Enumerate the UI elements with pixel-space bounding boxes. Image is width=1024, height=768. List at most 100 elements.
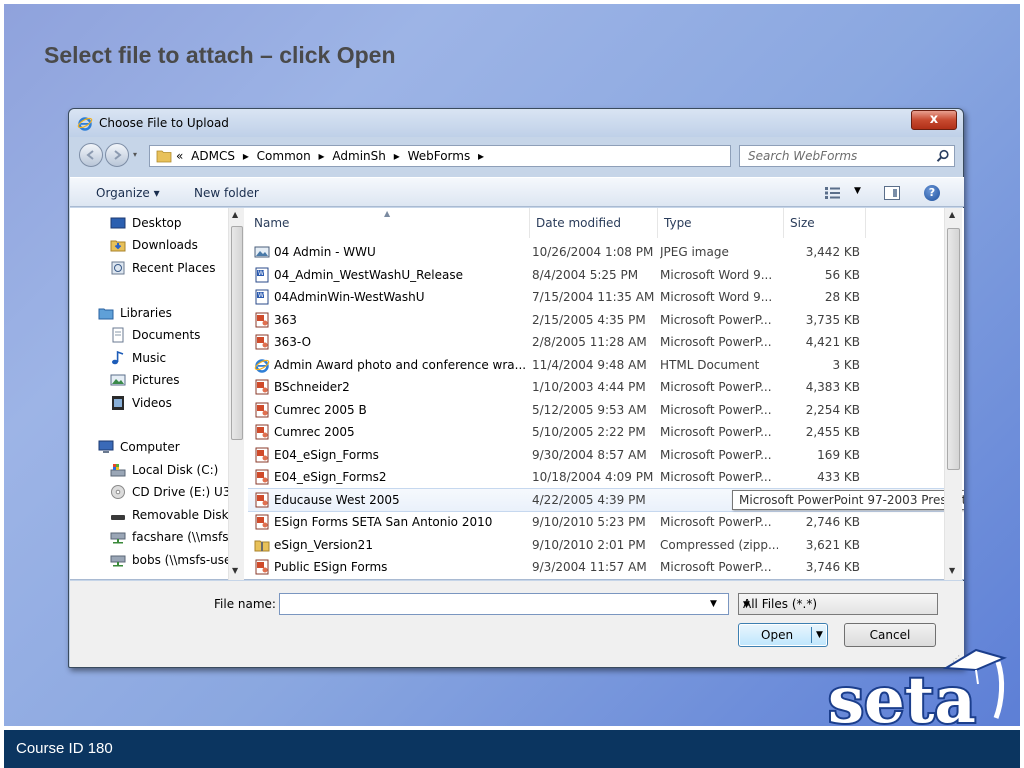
- file-name-cell: E04_eSign_Forms: [274, 447, 379, 462]
- cd-drive-icon: [111, 485, 125, 499]
- file-name-input[interactable]: [279, 593, 729, 615]
- file-name-cell: Cumrec 2005: [274, 425, 355, 439]
- network-drive-icon: [110, 555, 126, 567]
- ppt-file-icon: [254, 312, 270, 328]
- file-row[interactable]: 04 Admin - WWU 10/26/2004 1:08 PM JPEG ima…: [248, 241, 948, 263]
- address-bar[interactable]: « ADMCS ▸ Common ▸ AdminSh ▸ WebForms ▸ …: [149, 145, 793, 167]
- file-type-filter[interactable]: All Files (*.*) ▼: [738, 593, 938, 615]
- file-row[interactable]: Cumrec 2005 5/10/2005 2:22 PM Microsoft Po…: [248, 421, 948, 443]
- file-name-cell: 363: [274, 312, 297, 327]
- file-list-scroll-thumb[interactable]: [947, 228, 960, 470]
- slide-footer: Course ID 180: [4, 730, 1020, 768]
- forward-arrow-icon: [114, 150, 122, 160]
- address-row: ▾ « ADMCS ▸ Common ▸ AdminSh ▸ WebForms …: [77, 141, 955, 171]
- file-size-cell: 3,442 KB: [805, 245, 860, 259]
- navigation-scroll-thumb[interactable]: [231, 226, 243, 440]
- date-modified-cell: 9/3/2004 11:57 AM: [532, 560, 647, 574]
- breadcrumb-separator[interactable]: ▸: [394, 149, 400, 163]
- date-modified-cell: 11/4/2004 9:48 AM: [532, 357, 647, 372]
- breadcrumb-overflow[interactable]: «: [176, 149, 183, 163]
- change-view-icon[interactable]: [824, 186, 842, 200]
- file-row[interactable]: ESign Forms SETA San Antonio 2010 9/10/20…: [248, 511, 948, 533]
- ppt-file-icon: [254, 379, 270, 395]
- file-row[interactable]: Cumrec 2005 B 5/12/2005 9:53 AM Microsoft …: [248, 399, 948, 421]
- view-dropdown-icon[interactable]: ▼: [854, 186, 861, 196]
- scroll-up-icon[interactable]: ▲: [949, 210, 955, 219]
- file-size-cell: 28 KB: [824, 290, 860, 304]
- file-name-cell: eSign_Version21: [274, 537, 373, 552]
- ppt-file-icon: [254, 447, 270, 463]
- open-dropdown-icon[interactable]: ▼: [816, 630, 823, 640]
- help-icon[interactable]: ?: [924, 185, 940, 201]
- file-size-cell: 4,421 KB: [805, 335, 860, 349]
- file-row[interactable]: 363-O 2/8/2005 11:28 AM Microsoft PowerP..…: [248, 331, 948, 353]
- music-icon: [112, 350, 124, 365]
- date-modified-cell: 2/15/2005 4:35 PM: [532, 312, 646, 327]
- search-input[interactable]: [748, 148, 928, 164]
- file-name-cell: BSchneider2: [274, 380, 350, 394]
- column-header-size[interactable]: Size: [784, 208, 866, 238]
- preview-pane-icon[interactable]: [884, 186, 900, 200]
- file-size-cell: 2,455 KB: [805, 425, 860, 439]
- browser-content: Desktop Downloads Recent Places Librarie…: [70, 208, 964, 580]
- breadcrumb-admcs[interactable]: ADMCS: [191, 149, 235, 163]
- file-row[interactable]: W 04AdminWin-WestWashU 7/15/2004 11:35 AM M…: [248, 286, 948, 308]
- breadcrumb-common[interactable]: Common: [257, 149, 311, 163]
- videos-icon: [112, 396, 124, 410]
- breadcrumb-webforms[interactable]: WebForms: [408, 149, 471, 163]
- scroll-down-icon[interactable]: ▼: [232, 566, 238, 575]
- course-id: Course ID 180: [16, 740, 113, 757]
- file-name-cell: Admin Award photo and conference wra...: [274, 357, 526, 372]
- internet-explorer-icon: [77, 117, 93, 131]
- file-size-cell: 3,746 KB: [805, 560, 860, 574]
- word-file-icon: W: [254, 267, 270, 283]
- date-modified-cell: 1/10/2003 4:44 PM: [532, 380, 646, 394]
- file-row[interactable]: eSign_Version21 9/10/2010 2:01 PM Compress…: [248, 534, 948, 556]
- column-header-date[interactable]: Date modified: [530, 208, 658, 238]
- forward-button[interactable]: [105, 143, 129, 167]
- jpeg-file-icon: [254, 244, 270, 260]
- file-row[interactable]: Public ESign Forms 9/3/2004 11:57 AM Micro…: [248, 556, 948, 578]
- dialog-title: Choose File to Upload: [99, 116, 229, 130]
- file-row[interactable]: W 04_Admin_WestWashU_Release 8/4/2004 5:25…: [248, 264, 948, 286]
- file-size-cell: 3 KB: [832, 357, 860, 372]
- file-type-cell: Microsoft PowerP...: [660, 402, 772, 417]
- documents-icon: [112, 327, 124, 343]
- file-row[interactable]: E04_eSign_Forms2 10/18/2004 4:09 PM Micros…: [248, 466, 948, 488]
- file-size-cell: 3,621 KB: [805, 537, 860, 552]
- column-header-name[interactable]: Name ▲: [248, 208, 530, 238]
- breadcrumb-separator[interactable]: ▸: [319, 149, 325, 163]
- breadcrumb-separator[interactable]: ▸: [243, 149, 249, 163]
- new-folder-button[interactable]: New folder: [194, 186, 259, 200]
- file-type-cell: Microsoft PowerP...: [660, 515, 772, 529]
- file-name-dropdown-icon[interactable]: ▼: [710, 599, 717, 609]
- file-row[interactable]: Admin Award photo and conference wra... 1…: [248, 354, 948, 376]
- navigation-pane: Desktop Downloads Recent Places Librarie…: [70, 208, 244, 580]
- file-type-cell: Microsoft Word 9...: [660, 267, 773, 282]
- history-dropdown-icon[interactable]: ▾: [133, 150, 137, 159]
- navigation-scrollbar[interactable]: ▲ ▼: [228, 208, 244, 580]
- breadcrumb-adminsh[interactable]: AdminSh: [332, 149, 385, 163]
- back-arrow-icon: [86, 150, 94, 160]
- ppt-file-icon: [254, 334, 270, 350]
- file-row[interactable]: E04_eSign_Forms 9/30/2004 8:57 AM Microsof…: [248, 444, 948, 466]
- close-button[interactable]: x: [911, 110, 957, 130]
- file-list-scrollbar[interactable]: ▲ ▼: [944, 208, 962, 580]
- open-button[interactable]: Open ▼: [738, 623, 828, 647]
- seta-logo: seta: [826, 648, 1007, 730]
- breadcrumb-separator[interactable]: ▸: [478, 149, 484, 163]
- column-header-type[interactable]: Type: [658, 208, 784, 238]
- file-type-cell: Microsoft PowerP...: [660, 470, 772, 484]
- file-type-cell: Microsoft PowerP...: [660, 380, 772, 394]
- file-row[interactable]: BSchneider2 1/10/2003 4:44 PM Microsoft Po…: [248, 376, 948, 398]
- search-icon[interactable]: [936, 149, 950, 163]
- svg-text:W: W: [258, 270, 264, 277]
- scroll-down-icon[interactable]: ▼: [949, 566, 955, 575]
- file-name-cell: E04_eSign_Forms2: [274, 470, 387, 484]
- file-type-cell: Microsoft Word 9...: [660, 290, 773, 304]
- file-row[interactable]: 363 2/15/2005 4:35 PM Microsoft PowerP... 3…: [248, 309, 948, 331]
- back-button[interactable]: [79, 143, 103, 167]
- file-type-cell: Microsoft PowerP...: [660, 335, 772, 349]
- organize-menu[interactable]: Organize ▾: [96, 186, 160, 200]
- scroll-up-icon[interactable]: ▲: [232, 210, 238, 219]
